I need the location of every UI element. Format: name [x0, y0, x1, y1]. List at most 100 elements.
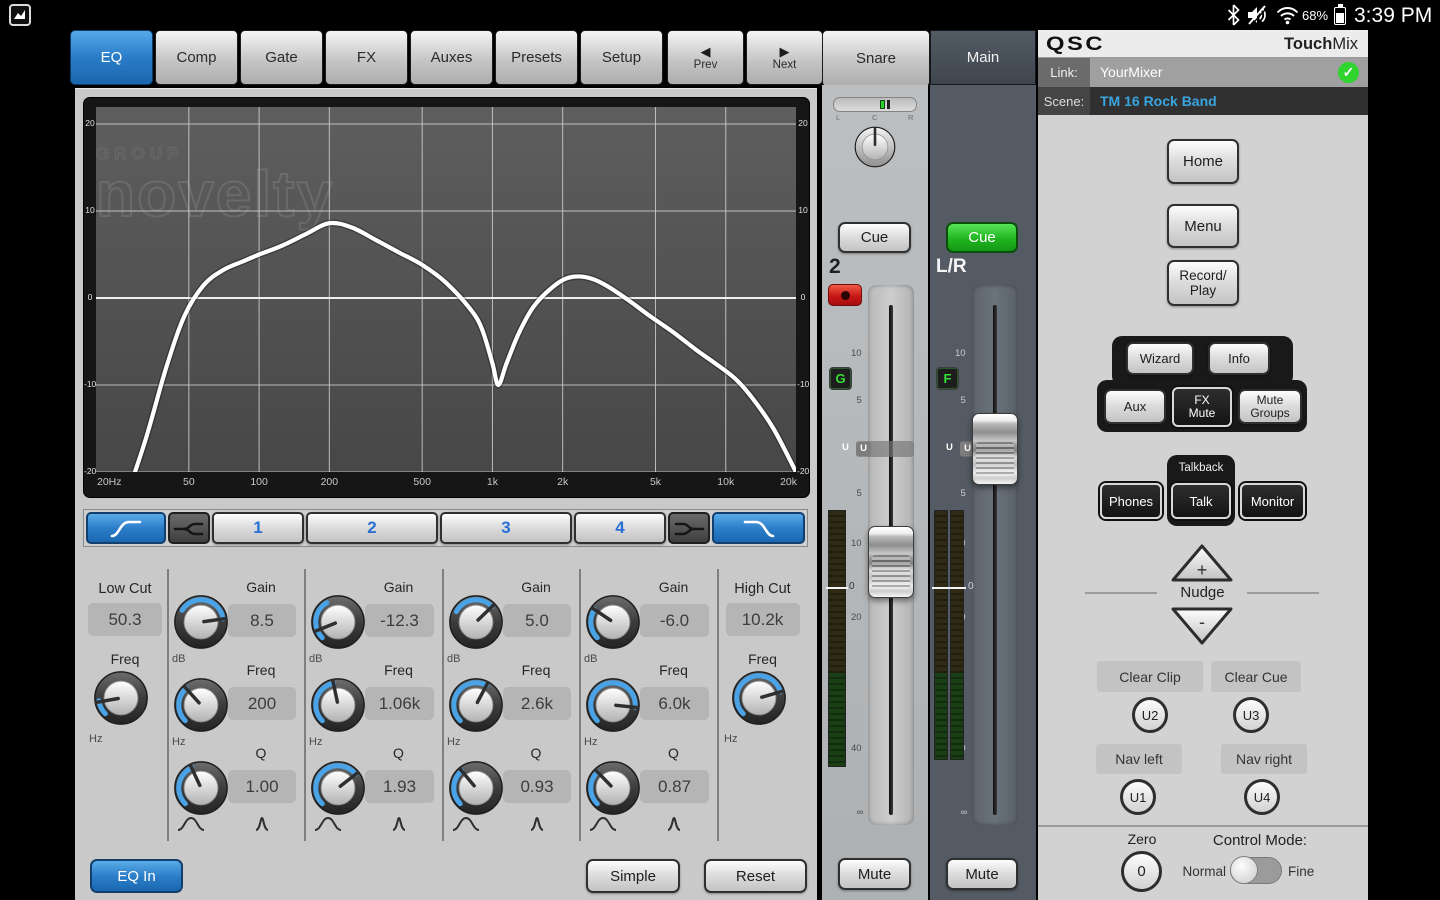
wizard-button[interactable]: Wizard: [1126, 342, 1194, 375]
band-1-q-knob[interactable]: [172, 759, 230, 822]
band-4-gain-value[interactable]: -6.0: [640, 604, 709, 637]
clear-cue-label[interactable]: Clear Cue: [1211, 661, 1301, 692]
fx-mute-button[interactable]: FXMute: [1172, 387, 1232, 427]
simple-button[interactable]: Simple: [586, 859, 680, 893]
freq-tick-label: 20k: [780, 476, 797, 488]
tab-eq[interactable]: EQ: [70, 30, 153, 85]
band-4-freq-value[interactable]: 6.0k: [640, 687, 709, 720]
high-cut-freq-knob[interactable]: [730, 669, 788, 732]
mute-groups-button[interactable]: MuteGroups: [1238, 389, 1302, 424]
eq-panel: GROUP novelty 2020101000-10-10-20-2020Hz…: [75, 88, 817, 900]
user-button-u1[interactable]: U1: [1120, 779, 1156, 815]
info-button[interactable]: Info: [1208, 342, 1270, 375]
home-button[interactable]: Home: [1167, 139, 1239, 184]
fx-badge[interactable]: F: [936, 367, 959, 390]
narrow-q-icon: [389, 815, 409, 833]
db-tick-label: 10: [84, 205, 96, 215]
meter-zero-tick: [826, 587, 848, 589]
channel-mute-button[interactable]: Mute: [838, 858, 911, 890]
column-separator: [442, 569, 444, 841]
band-3-freq-value[interactable]: 2.6k: [503, 687, 571, 720]
band-2-freq-knob[interactable]: [309, 676, 367, 739]
high-cut-freq-value[interactable]: 10.2k: [726, 603, 800, 636]
band-1-q-value[interactable]: 1.00: [228, 770, 296, 803]
channel-cue-button[interactable]: Cue: [838, 222, 911, 253]
next-channel-button[interactable]: ▶ Next: [746, 30, 823, 85]
high-cut-unit: Hz: [724, 733, 737, 745]
band-2-gain-value[interactable]: -12.3: [365, 604, 434, 637]
band-2-q-knob[interactable]: [309, 759, 367, 822]
user-button-u3[interactable]: U3: [1233, 697, 1269, 733]
tab-main[interactable]: Main: [930, 30, 1036, 85]
eq-band-button-high-shelf[interactable]: [668, 512, 710, 544]
eq-band-button-low-shelf[interactable]: [168, 512, 210, 544]
talk-button[interactable]: Talk: [1171, 483, 1231, 519]
band-1-gain-knob[interactable]: [172, 593, 230, 656]
user-button-u2[interactable]: U2: [1132, 697, 1168, 733]
zero-button[interactable]: 0: [1121, 851, 1162, 892]
tab-fx[interactable]: FX: [325, 30, 408, 85]
band-1-freq-value[interactable]: 200: [228, 687, 296, 720]
band-3-gain-value[interactable]: 5.0: [503, 604, 571, 637]
column-separator: [304, 569, 306, 841]
band-2-gain-knob[interactable]: [309, 593, 367, 656]
monitor-button[interactable]: Monitor: [1240, 483, 1305, 519]
tab-auxes[interactable]: Auxes: [410, 30, 493, 85]
phones-button[interactable]: Phones: [1100, 483, 1162, 519]
tab-comp[interactable]: Comp: [155, 30, 238, 85]
band-2-q-value[interactable]: 1.93: [365, 770, 434, 803]
remote-panel: QSC TouchMix Link: YourMixer ✓ Scene: TM…: [1038, 30, 1368, 900]
band-4-q-value[interactable]: 0.87: [640, 770, 709, 803]
nav-left-label[interactable]: Nav left: [1096, 744, 1182, 774]
pan-knob[interactable]: [853, 125, 897, 174]
tab-gate[interactable]: Gate: [240, 30, 323, 85]
eq-band-button-band-4[interactable]: 4: [574, 512, 666, 544]
toggle-knob[interactable]: [1230, 856, 1258, 884]
band-4-freq-knob[interactable]: [584, 676, 642, 739]
band-4-q-knob[interactable]: [584, 759, 642, 822]
main-mute-button[interactable]: Mute: [946, 858, 1018, 890]
record-arm-button[interactable]: [828, 284, 862, 306]
tab-channel-snare[interactable]: Snare: [822, 30, 930, 87]
band-4-gain-knob[interactable]: [584, 593, 642, 656]
scene-row[interactable]: Scene: TM 16 Rock Band: [1038, 87, 1368, 115]
reset-button[interactable]: Reset: [704, 859, 807, 893]
pan-slider[interactable]: [833, 97, 917, 112]
nudge-down-button[interactable]: -: [1170, 606, 1234, 646]
band-3-gain-knob[interactable]: [447, 593, 505, 656]
prev-arrow-icon: ◀: [701, 45, 711, 58]
eq-in-button[interactable]: EQ In: [90, 859, 183, 893]
aux-button[interactable]: Aux: [1104, 389, 1166, 424]
main-cue-button[interactable]: Cue: [946, 222, 1018, 253]
nudge-up-button[interactable]: +: [1170, 543, 1234, 583]
eq-plot[interactable]: GROUP novelty: [96, 107, 796, 472]
eq-band-button-low-cut[interactable]: [86, 512, 166, 544]
main-fader-handle[interactable]: [972, 413, 1018, 485]
band-3-q-value[interactable]: 0.93: [503, 770, 571, 803]
clear-clip-label[interactable]: Clear Clip: [1097, 661, 1203, 692]
db-tick-label: 20: [797, 118, 809, 128]
band-3-freq-knob[interactable]: [447, 676, 505, 739]
db-tick-label: -10: [84, 379, 96, 389]
channel-fader-handle[interactable]: [868, 526, 914, 598]
gate-badge[interactable]: G: [829, 367, 852, 390]
band-1-freq-knob[interactable]: [172, 676, 230, 739]
tab-setup[interactable]: Setup: [580, 30, 663, 85]
eq-band-button-band-3[interactable]: 3: [440, 512, 572, 544]
band-1-gain-value[interactable]: 8.5: [228, 604, 296, 637]
eq-band-button-band-2[interactable]: 2: [306, 512, 438, 544]
svg-text:-: -: [1199, 612, 1205, 632]
tab-presets[interactable]: Presets: [495, 30, 578, 85]
control-mode-toggle[interactable]: [1230, 857, 1282, 884]
menu-button[interactable]: Menu: [1167, 204, 1239, 248]
low-cut-freq-knob[interactable]: [92, 669, 150, 732]
prev-channel-button[interactable]: ◀ Prev: [667, 30, 744, 85]
eq-band-button-high-cut[interactable]: [712, 512, 805, 544]
eq-band-button-band-1[interactable]: 1: [212, 512, 304, 544]
record-play-button[interactable]: Record/Play: [1167, 260, 1239, 306]
low-cut-freq-value[interactable]: 50.3: [88, 603, 162, 636]
band-2-freq-value[interactable]: 1.06k: [365, 687, 434, 720]
user-button-u4[interactable]: U4: [1244, 779, 1280, 815]
nav-right-label[interactable]: Nav right: [1221, 744, 1307, 774]
band-3-q-knob[interactable]: [447, 759, 505, 822]
